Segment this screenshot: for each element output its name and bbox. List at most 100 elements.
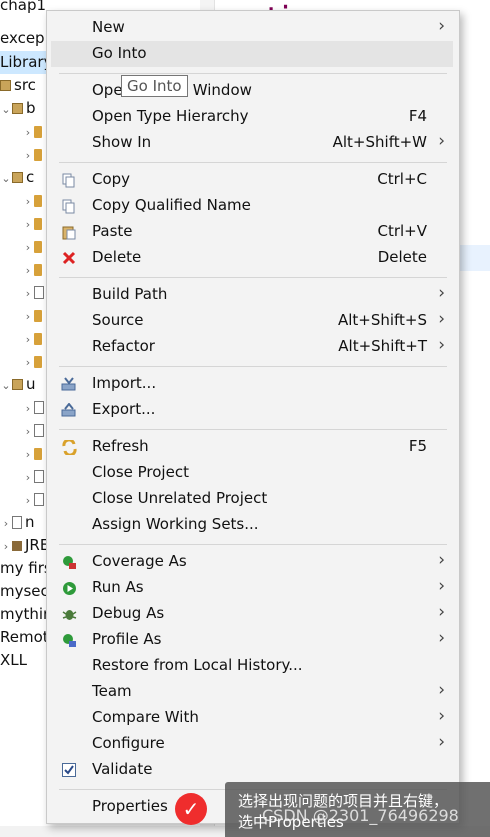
menu-item-label: Properties bbox=[92, 797, 168, 815]
chevron-right-icon[interactable]: › bbox=[22, 236, 34, 259]
menu-item-assign-working-sets[interactable]: Assign Working Sets... bbox=[51, 512, 453, 538]
menu-separator bbox=[59, 162, 447, 163]
chevron-right-icon[interactable]: › bbox=[22, 420, 34, 443]
menu-item-shortcut: Alt+Shift+T bbox=[338, 337, 427, 355]
menu-item-import[interactable]: Import... bbox=[51, 371, 453, 397]
menu-item-shortcut: F5 bbox=[408, 437, 427, 455]
java-icon bbox=[34, 309, 42, 322]
menu-item-delete[interactable]: Delete Delete bbox=[51, 245, 453, 271]
delete-icon bbox=[61, 250, 77, 266]
menu-item-source[interactable]: Source Alt+Shift+S › bbox=[51, 308, 453, 334]
menu-item-label: Copy bbox=[92, 170, 131, 188]
menu-item-label: Go Into bbox=[92, 44, 147, 62]
submenu-arrow-icon: › bbox=[438, 680, 445, 700]
chevron-right-icon[interactable]: › bbox=[22, 213, 34, 236]
submenu-arrow-icon: › bbox=[438, 628, 445, 648]
chevron-right-icon[interactable]: › bbox=[22, 144, 34, 167]
menu-item-shortcut: Delete bbox=[377, 248, 427, 266]
menu-item-export[interactable]: Export... bbox=[51, 397, 453, 423]
menu-item-copy[interactable]: Copy Ctrl+C bbox=[51, 167, 453, 193]
chevron-right-icon[interactable]: › bbox=[22, 397, 34, 420]
menu-item-copy-qualified-name[interactable]: Copy Qualified Name bbox=[51, 193, 453, 219]
menu-item-compare-with[interactable]: Compare With › bbox=[51, 705, 453, 731]
chevron-right-icon[interactable]: › bbox=[22, 466, 34, 489]
file-icon bbox=[34, 286, 44, 299]
tree-row-label: b bbox=[26, 99, 36, 117]
submenu-arrow-icon: › bbox=[438, 309, 445, 329]
menu-item-label: Close Unrelated Project bbox=[92, 489, 268, 507]
chevron-down-icon[interactable]: ⌄ bbox=[0, 98, 12, 121]
jar-icon bbox=[12, 540, 22, 551]
chevron-right-icon[interactable]: › bbox=[0, 512, 12, 535]
java-icon bbox=[34, 194, 42, 207]
menu-item-debug-as[interactable]: Debug As › bbox=[51, 601, 453, 627]
menu-item-close-unrelated-project[interactable]: Close Unrelated Project bbox=[51, 486, 453, 512]
menu-item-open-in-new-window[interactable]: Open in New Window bbox=[51, 78, 453, 104]
chevron-right-icon[interactable]: › bbox=[22, 328, 34, 351]
menu-item-show-in[interactable]: Show In Alt+Shift+W › bbox=[51, 130, 453, 156]
menu-item-label: Run As bbox=[92, 578, 144, 596]
menu-item-label: Compare With bbox=[92, 708, 199, 726]
chevron-right-icon[interactable]: › bbox=[22, 351, 34, 374]
submenu-arrow-icon: › bbox=[438, 732, 445, 752]
chevron-right-icon[interactable]: › bbox=[22, 190, 34, 213]
submenu-arrow-icon: › bbox=[438, 335, 445, 355]
menu-item-label: Coverage As bbox=[92, 552, 187, 570]
submenu-arrow-icon: › bbox=[438, 602, 445, 622]
menu-item-close-project[interactable]: Close Project bbox=[51, 460, 453, 486]
menu-item-team[interactable]: Team › bbox=[51, 679, 453, 705]
submenu-arrow-icon: › bbox=[438, 16, 445, 36]
menu-item-validate[interactable]: Validate bbox=[51, 757, 453, 783]
menu-separator bbox=[59, 73, 447, 74]
menu-item-label: Configure bbox=[92, 734, 165, 752]
copy-icon bbox=[61, 172, 77, 188]
debug-icon bbox=[61, 606, 77, 622]
menu-item-refactor[interactable]: Refactor Alt+Shift+T › bbox=[51, 334, 453, 360]
export-icon bbox=[61, 402, 77, 418]
menu-item-label: Restore from Local History... bbox=[92, 656, 303, 674]
menu-item-new[interactable]: New › bbox=[51, 15, 453, 41]
menu-item-label: Refactor bbox=[92, 337, 155, 355]
tree-row-label: mysec bbox=[0, 582, 49, 600]
coverage-icon bbox=[61, 554, 77, 570]
menu-item-label: Open Type Hierarchy bbox=[92, 107, 249, 125]
paste-icon bbox=[61, 224, 77, 240]
chevron-right-icon[interactable]: › bbox=[0, 535, 12, 558]
tree-row-label: c bbox=[26, 168, 35, 186]
chevron-down-icon[interactable]: ⌄ bbox=[0, 167, 12, 190]
menu-item-label: Export... bbox=[92, 400, 156, 418]
pkg-icon bbox=[12, 379, 23, 390]
menu-separator bbox=[59, 544, 447, 545]
menu-item-run-as[interactable]: Run As › bbox=[51, 575, 453, 601]
chevron-right-icon[interactable]: › bbox=[22, 121, 34, 144]
menu-item-profile-as[interactable]: Profile As › bbox=[51, 627, 453, 653]
menu-item-build-path[interactable]: Build Path › bbox=[51, 282, 453, 308]
menu-item-open-type-hierarchy[interactable]: Open Type Hierarchy F4 bbox=[51, 104, 453, 130]
chevron-right-icon[interactable]: › bbox=[22, 259, 34, 282]
menu-item-paste[interactable]: Paste Ctrl+V bbox=[51, 219, 453, 245]
chevron-right-icon[interactable]: › bbox=[22, 282, 34, 305]
menu-item-coverage-as[interactable]: Coverage As › bbox=[51, 549, 453, 575]
menu-separator bbox=[59, 277, 447, 278]
submenu-arrow-icon: › bbox=[438, 576, 445, 596]
file-icon bbox=[34, 470, 44, 483]
tree-row-label: src bbox=[14, 76, 36, 94]
go-into-tooltip: Go Into bbox=[121, 75, 188, 97]
menu-item-shortcut: F4 bbox=[408, 107, 427, 125]
menu-item-restore-from-local-history[interactable]: Restore from Local History... bbox=[51, 653, 453, 679]
chevron-down-icon[interactable]: ⌄ bbox=[0, 374, 12, 397]
menu-separator bbox=[59, 366, 447, 367]
menu-item-label: Copy Qualified Name bbox=[92, 196, 251, 214]
menu-item-go-into[interactable]: Go Into bbox=[51, 41, 453, 67]
tree-row-label: my firs bbox=[0, 559, 52, 577]
java-icon bbox=[34, 263, 42, 276]
java-icon bbox=[34, 125, 42, 138]
menu-item-configure[interactable]: Configure › bbox=[51, 731, 453, 757]
submenu-arrow-icon: › bbox=[438, 131, 445, 151]
chevron-right-icon[interactable]: › bbox=[22, 443, 34, 466]
menu-item-refresh[interactable]: Refresh F5 bbox=[51, 434, 453, 460]
menu-item-label: Show In bbox=[92, 133, 152, 151]
chevron-right-icon[interactable]: › bbox=[22, 489, 34, 512]
menu-item-shortcut: Ctrl+V bbox=[377, 222, 427, 240]
chevron-right-icon[interactable]: › bbox=[22, 305, 34, 328]
